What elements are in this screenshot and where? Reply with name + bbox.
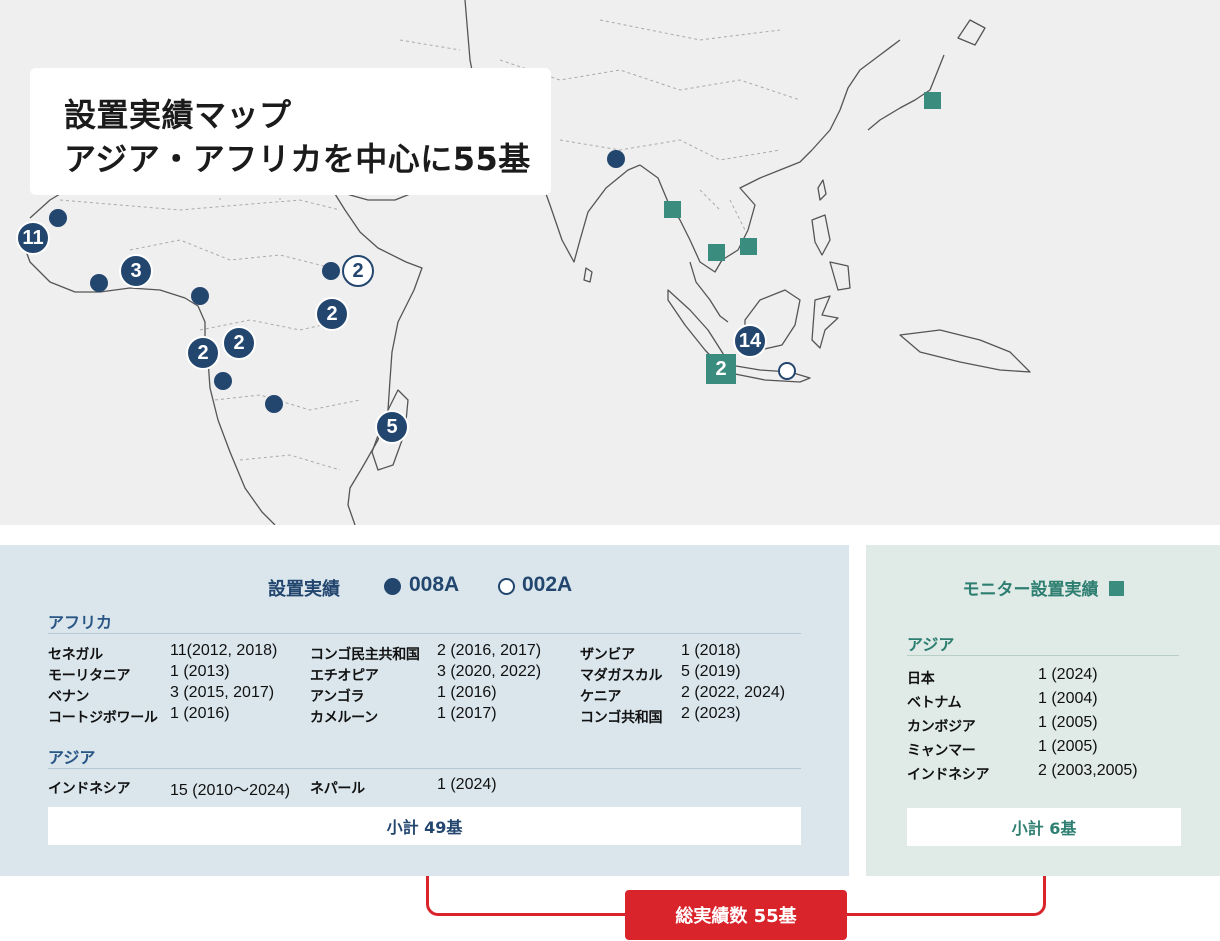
monitor-asia-heading: アジア (907, 635, 955, 654)
map-title: 設置実績マップ (64, 96, 292, 134)
country: カメルーン (310, 710, 378, 726)
legend-title: 設置実績 (268, 579, 340, 600)
count: 3 (2015, 2017) (170, 684, 275, 701)
count: 1 (2024) (1038, 666, 1098, 683)
country: ネパール (310, 781, 365, 797)
count: 2 (2016, 2017) (437, 642, 542, 659)
marker-congo-republic[interactable]: 2 (186, 336, 220, 370)
count: 1 (2004) (1038, 690, 1098, 707)
country: コンゴ共和国 (580, 710, 663, 726)
africa-heading: アフリカ (48, 613, 113, 632)
marker-madagascar[interactable]: 5 (375, 410, 409, 444)
legend-008a-label: 008A (409, 573, 460, 596)
count: 2 (2023) (681, 705, 741, 722)
country: ミャンマー (907, 743, 976, 759)
country: ベナン (48, 689, 90, 705)
map-subtitle: アジア・アフリカを中心に55基 (64, 140, 531, 178)
legend: 設置実績 008A 002A (0, 573, 849, 600)
country: ベトナム (907, 695, 962, 711)
map-title-box: 設置実績マップ アジア・アフリカを中心に55基 (30, 68, 551, 195)
marker-drc[interactable]: 2 (222, 326, 256, 360)
country: ザンビア (580, 647, 635, 663)
monitor-marker-cambodia[interactable] (708, 244, 725, 261)
country: アンゴラ (310, 689, 365, 705)
count: 5 (2019) (681, 663, 741, 680)
count: 3 (2020, 2022) (437, 663, 542, 680)
marker-cameroon[interactable] (191, 287, 209, 305)
count: 1 (2005) (1038, 738, 1098, 755)
marker-senegal[interactable]: 11 (16, 221, 50, 255)
count: 1 (2013) (170, 663, 230, 680)
marker-zambia[interactable] (265, 395, 283, 413)
count: 11(2012, 2018) (170, 642, 278, 659)
count: 1 (2005) (1038, 714, 1098, 731)
count: 1 (2016) (170, 705, 230, 722)
marker-ethiopia-002a[interactable]: 2 (342, 255, 374, 287)
marker-ethiopia[interactable] (322, 262, 340, 280)
count: 15 (2010〜2024) (170, 782, 291, 799)
installation-results-panel: 設置実績 008A 002A アフリカ セネガル 11(2012, 2018) … (0, 545, 849, 876)
count: 2 (2022, 2024) (681, 684, 786, 701)
monitor-marker-indonesia[interactable]: 2 (706, 354, 736, 384)
country: モーリタニア (48, 668, 131, 684)
marker-cote-divoire[interactable] (90, 274, 108, 292)
marker-mauritania[interactable] (49, 209, 67, 227)
marker-kenya[interactable]: 2 (315, 297, 349, 331)
country: セネガル (48, 647, 103, 663)
monitor-panel-title: モニター設置実績 (866, 575, 1220, 600)
monitor-results-panel: モニター設置実績 アジア 日本 1 (2024) ベトナム 1 (2004) カ… (866, 545, 1220, 876)
country: エチオピア (310, 668, 379, 684)
country: 日本 (907, 671, 935, 687)
legend-002a-label: 002A (522, 573, 573, 596)
divider (48, 633, 801, 634)
country: コートジボワール (48, 710, 158, 726)
monitor-marker-vietnam[interactable] (740, 238, 757, 255)
country: ケニア (580, 689, 622, 705)
square-icon (1108, 581, 1124, 596)
country: インドネシア (48, 781, 131, 797)
country: カンボジア (907, 719, 976, 735)
subtotal-monitor: 小計 6基 (907, 808, 1181, 846)
monitor-marker-japan[interactable] (924, 92, 941, 109)
divider (907, 655, 1179, 656)
hollow-circle-icon (498, 578, 515, 595)
world-map[interactable]: 設置実績マップ アジア・アフリカを中心に55基 11 3 2 2 2 2 5 1… (0, 0, 1220, 525)
count: 2 (2003,2005) (1038, 762, 1138, 779)
divider (48, 768, 801, 769)
monitor-marker-myanmar[interactable] (664, 201, 681, 218)
country: コンゴ民主共和国 (310, 647, 420, 663)
marker-indonesia-002a[interactable] (778, 362, 796, 380)
monitor-title-label: モニター設置実績 (962, 580, 1099, 600)
marker-indonesia[interactable]: 14 (733, 324, 767, 358)
marker-benin[interactable]: 3 (119, 254, 153, 288)
count: 1 (2024) (437, 776, 497, 793)
grand-total: 総実績数 55基 (625, 890, 847, 940)
count: 1 (2017) (437, 705, 497, 722)
country: インドネシア (907, 767, 990, 783)
subtotal-008a: 小計 49基 (48, 807, 801, 845)
marker-angola[interactable] (214, 372, 232, 390)
marker-nepal[interactable] (607, 150, 625, 168)
count: 1 (2018) (681, 642, 741, 659)
asia-heading: アジア (48, 748, 96, 767)
count: 1 (2016) (437, 684, 497, 701)
country: マダガスカル (580, 668, 663, 684)
filled-circle-icon (384, 578, 401, 595)
